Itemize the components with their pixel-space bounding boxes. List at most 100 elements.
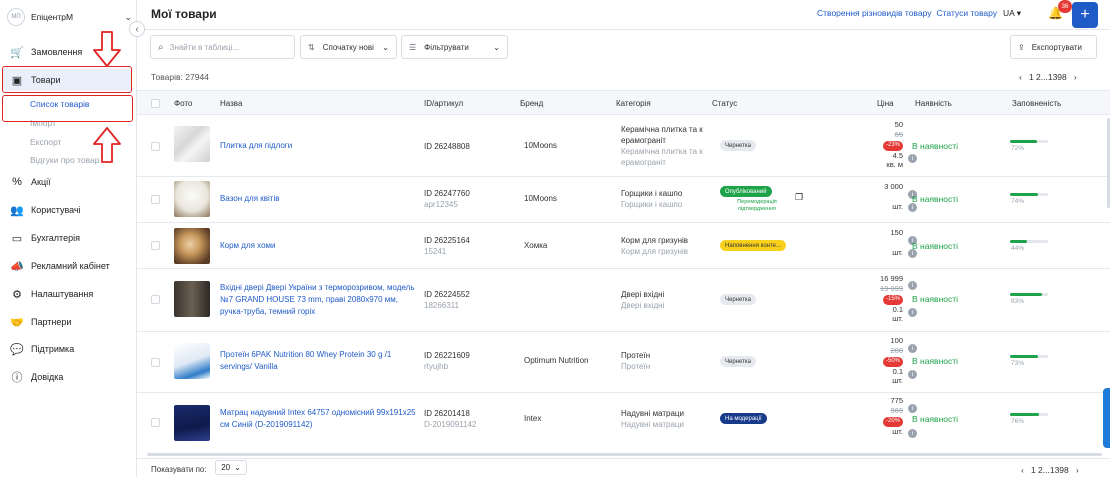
row-checkbox[interactable] <box>151 418 160 427</box>
price: 3 000 <box>884 182 903 191</box>
info-icon[interactable]: i <box>908 281 917 290</box>
discount-badge: -23% <box>882 141 903 151</box>
page-numbers[interactable]: 1 2...1398 <box>1029 72 1067 82</box>
export-button[interactable]: ⇪ Експортувати <box>1010 35 1097 59</box>
sidebar-item-promos[interactable]: % Акції <box>10 174 130 190</box>
sku-value: 18266311 <box>424 301 459 310</box>
create-variants-link[interactable]: Створення різновидів товару <box>817 8 931 18</box>
table-row[interactable]: Плитка для підлоги ID 26248808 10Moons К… <box>137 116 1110 177</box>
product-photo[interactable] <box>174 228 210 264</box>
info-icon[interactable]: i <box>908 154 917 163</box>
pagination-top[interactable]: ‹ 1 2...1398 › <box>1019 72 1077 82</box>
product-statuses-link[interactable]: Статуси товару <box>936 8 997 18</box>
account-switcher[interactable]: МП ЕпіцентрМ ⌄ <box>7 7 132 27</box>
info-icon[interactable]: i <box>908 404 917 413</box>
horizontal-scrollbar[interactable] <box>147 453 1102 456</box>
sidebar-item-label: Користувачі <box>31 205 81 215</box>
comment-icon[interactable]: ❐ <box>795 192 803 203</box>
sidebar-item-accounting[interactable]: ▭ Бухгалтерія <box>10 230 130 246</box>
row-checkbox[interactable] <box>151 241 160 250</box>
page-numbers[interactable]: 1 2...1398 <box>1031 465 1069 475</box>
sku-value: D-2019091142 <box>424 420 477 429</box>
search-input[interactable]: ⌕ Знайти в таблиці... <box>150 35 295 59</box>
caret-down-icon: ▾ <box>1016 8 1021 18</box>
language-select[interactable]: UA ▾ <box>1003 8 1021 19</box>
completeness-bar <box>1010 193 1048 196</box>
row-checkbox[interactable] <box>151 358 160 367</box>
chevron-right-icon[interactable]: › <box>1076 465 1079 475</box>
product-name-link[interactable]: Матрац надувний Intex 64757 одномісний 9… <box>220 407 420 431</box>
id-value: ID 26221609 <box>424 351 470 360</box>
sort-dropdown[interactable]: ⇅ Спочатку нові ⌄ <box>300 35 397 59</box>
info-icon[interactable]: i <box>908 429 917 438</box>
arrow-down-icon <box>93 31 121 67</box>
col-brand[interactable]: Бренд <box>520 99 543 108</box>
table-row[interactable]: Вхідні двері Двері України з терморозрив… <box>137 269 1110 332</box>
sort-label: Спочатку нові <box>322 42 374 52</box>
filter-dropdown[interactable]: ☰ Фільтрувати ⌄ <box>401 35 508 59</box>
chevron-down-icon[interactable]: ⌄ <box>124 12 132 23</box>
sidebar-item-help[interactable]: ⓘ Довідка <box>10 369 130 385</box>
completeness-label: 72% <box>1011 145 1025 152</box>
col-name[interactable]: Назва <box>220 99 242 108</box>
sub-item-export[interactable]: Експорт <box>30 137 62 147</box>
table-row[interactable]: Корм для хоми ID 26225164 15241 Хомка Ко… <box>137 223 1110 269</box>
product-name-link[interactable]: Плитка для підлоги <box>220 140 420 152</box>
collapse-sidebar-button[interactable]: ‹ <box>129 21 145 37</box>
sub-item-reviews[interactable]: Відгуки про товар <box>30 155 100 165</box>
sidebar-item-partners[interactable]: 🤝 Партнери <box>10 314 130 330</box>
product-name-link[interactable]: Протеїн 6PAK Nutrition 80 Whey Protein 3… <box>220 349 420 373</box>
product-name-link[interactable]: Вазон для квітів <box>220 193 420 205</box>
completeness-bar <box>1010 240 1048 243</box>
product-photo[interactable] <box>174 126 210 162</box>
sidebar-item-support[interactable]: 💬 Підтримка <box>10 341 130 357</box>
product-photo[interactable] <box>174 405 210 441</box>
status-badge: Чернетка <box>720 140 756 151</box>
category-name: Корм для гризунів <box>621 236 689 245</box>
col-status[interactable]: Статус <box>712 99 737 108</box>
row-checkbox[interactable] <box>151 295 160 304</box>
status-badge: Чернетка <box>720 294 756 305</box>
product-category: Керамічна плитка та к ерамограніт Керамі… <box>621 124 717 168</box>
sidebar-item-users[interactable]: 👥 Користувачі <box>10 202 130 218</box>
info-icon[interactable]: i <box>908 308 917 317</box>
completeness-bar <box>1010 355 1048 358</box>
product-name-link[interactable]: Корм для хоми <box>220 240 420 252</box>
col-price[interactable]: Ціна <box>877 99 894 108</box>
table-row[interactable]: Протеїн 6PAK Nutrition 80 Whey Protein 3… <box>137 332 1110 393</box>
product-photo[interactable] <box>174 343 210 379</box>
table-row[interactable]: Вазон для квітів ID 26247760 apr12345 10… <box>137 177 1110 223</box>
col-id[interactable]: ID/артикул <box>424 99 463 108</box>
gear-icon: ⚙ <box>12 288 22 301</box>
product-photo[interactable] <box>174 181 210 217</box>
product-photo[interactable] <box>174 281 210 317</box>
wallet-icon: ▭ <box>11 232 23 245</box>
info-icon[interactable]: i <box>908 203 917 212</box>
sidebar-item-settings[interactable]: ⚙ Налаштування <box>10 286 130 302</box>
col-availability[interactable]: Наявність <box>915 99 952 108</box>
side-widget-tab[interactable] <box>1103 388 1110 448</box>
pagination-bottom[interactable]: ‹ 1 2...1398 › <box>1021 465 1079 475</box>
category-name: Надувні матраци <box>621 409 684 418</box>
chevron-right-icon[interactable]: › <box>1074 72 1077 82</box>
info-icon[interactable]: i <box>908 370 917 379</box>
info-icon[interactable]: i <box>908 344 917 353</box>
completeness-label: 76% <box>1011 418 1025 425</box>
old-price: 65 <box>894 129 903 139</box>
row-checkbox[interactable] <box>151 142 160 151</box>
col-category[interactable]: Категорія <box>616 99 651 108</box>
col-completeness[interactable]: Заповненість <box>1012 99 1061 108</box>
sidebar-item-ads[interactable]: 📣 Рекламний кабінет <box>10 258 130 274</box>
page-size-select[interactable]: 20 ⌄ <box>215 460 247 475</box>
chevron-left-icon[interactable]: ‹ <box>1019 72 1022 82</box>
select-all-checkbox[interactable] <box>151 99 160 108</box>
sidebar-item-label: Замовлення <box>31 47 83 57</box>
status-badge: Наповнення конте... <box>720 240 786 251</box>
table-row[interactable]: Матрац надувний Intex 64757 одномісний 9… <box>137 393 1110 451</box>
quantity: 4.5 <box>892 150 903 160</box>
row-checkbox[interactable] <box>151 195 160 204</box>
chevron-left-icon[interactable]: ‹ <box>1021 465 1024 475</box>
product-name-link[interactable]: Вхідні двері Двері України з терморозрив… <box>220 282 420 318</box>
add-product-button[interactable]: + <box>1072 2 1098 28</box>
old-price: 19 999 <box>880 283 903 293</box>
